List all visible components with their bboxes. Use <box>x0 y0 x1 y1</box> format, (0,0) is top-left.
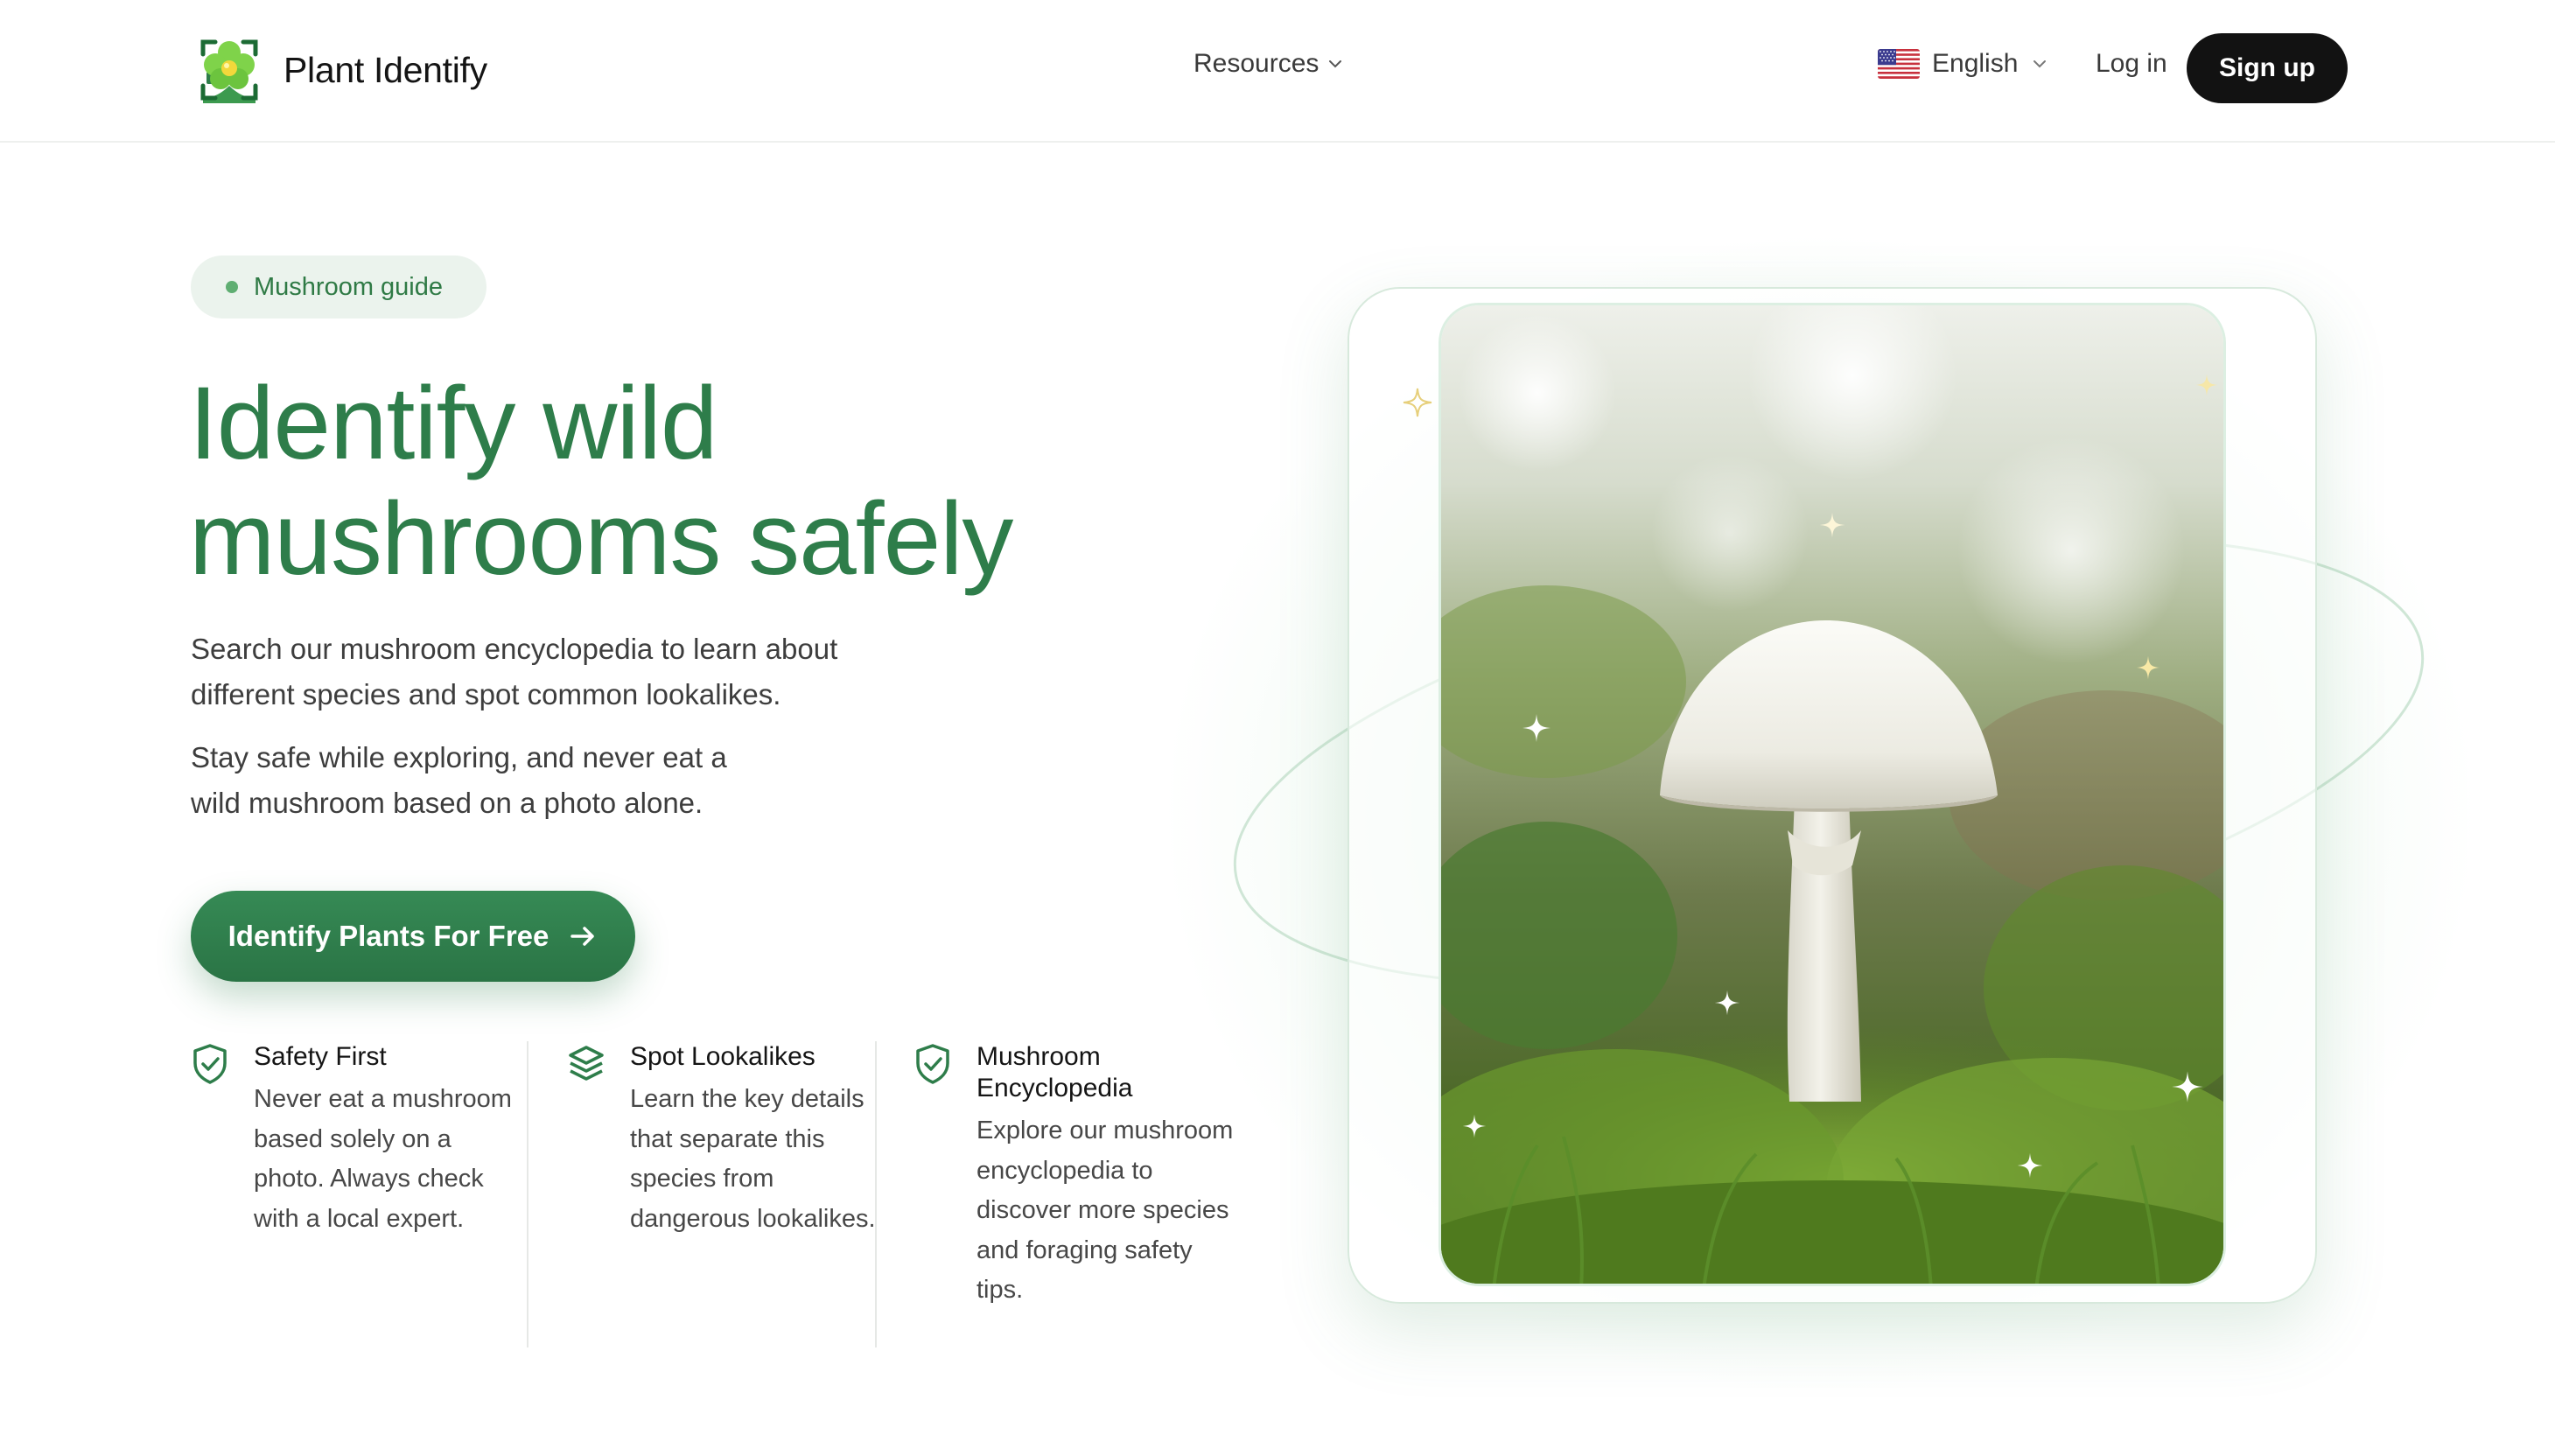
chevron-down-icon <box>1329 60 1342 68</box>
feature-title: Spot Lookalikes <box>630 1042 816 1071</box>
feature-divider <box>875 1041 877 1348</box>
layers-icon <box>569 1046 604 1081</box>
identify-plants-button[interactable]: Identify Plants For Free <box>191 891 635 982</box>
feature-text: Never eat a mushroom based solely on a p… <box>254 1085 512 1233</box>
feature-list: Safety First Never eat a mushroom based … <box>191 1041 1241 1348</box>
sparkle-icon <box>1462 1114 1487 1138</box>
cta-label: Identify Plants For Free <box>228 920 550 952</box>
feature-divider <box>527 1041 528 1348</box>
badge-dot <box>226 281 238 293</box>
feature-title: Mushroom Encyclopedia <box>976 1042 1133 1102</box>
flower-logo-icon <box>200 39 258 103</box>
top-navigation-bar: Plant Identify Resources English Log in … <box>0 0 2555 143</box>
brand[interactable]: Plant Identify <box>194 33 487 107</box>
mushroom-guide-badge: Mushroom guide <box>191 256 486 318</box>
mushroom-photo <box>1438 303 2226 1286</box>
arrow-right-icon <box>570 927 595 946</box>
nav-resources-label: Resources <box>1194 49 1320 78</box>
sparkle-icon <box>1522 714 1550 742</box>
description-line-1: Search our mushroom encyclopedia to lear… <box>191 633 838 665</box>
brand-name: Plant Identify <box>284 49 487 90</box>
nav-resources-dropdown[interactable]: Resources <box>1194 49 1345 79</box>
safety-note-line-1: Stay safe while exploring, and never eat… <box>191 741 727 774</box>
login-link[interactable]: Log in <box>2096 49 2167 79</box>
sparkle-icon <box>2017 1152 2043 1179</box>
language-selector[interactable]: English <box>1878 49 2049 79</box>
sparkle-icon <box>1714 990 1740 1016</box>
headline-line-2: mushrooms safely <box>189 481 1013 597</box>
us-flag-icon <box>1878 49 1920 79</box>
hero-headline: Identify wild mushrooms safely <box>189 366 1274 597</box>
sparkle-icon <box>2136 655 2160 680</box>
chevron-down-icon <box>2034 60 2047 68</box>
sparkle-icon <box>2195 374 2218 396</box>
mushroom-illustration <box>1441 305 2223 1284</box>
hero-description: Search our mushroom encyclopedia to lear… <box>191 626 978 718</box>
feature-text: Learn the key details that separate this… <box>630 1085 876 1233</box>
feature-title: Safety First <box>254 1042 387 1071</box>
sparkle-icon <box>2172 1071 2203 1102</box>
signup-button[interactable]: Sign up <box>2187 33 2348 103</box>
hero-safety-note: Stay safe while exploring, and never eat… <box>191 735 978 826</box>
language-label: English <box>1932 49 2019 78</box>
shield-check-icon <box>916 1044 949 1084</box>
headline-line-1: Identify wild <box>189 366 718 481</box>
feature-text: Explore our mushroom encyclopedia to dis… <box>976 1116 1234 1304</box>
shield-check-icon <box>193 1044 227 1084</box>
page: Plant Identify Resources English Log in … <box>0 0 2555 1456</box>
badge-label: Mushroom guide <box>254 272 443 301</box>
sparkle-icon <box>1403 388 1432 417</box>
description-line-2: different species and spot common lookal… <box>191 678 781 710</box>
sparkle-icon <box>1819 512 1845 538</box>
safety-note-line-2: wild mushroom based on a photo alone. <box>191 787 704 819</box>
